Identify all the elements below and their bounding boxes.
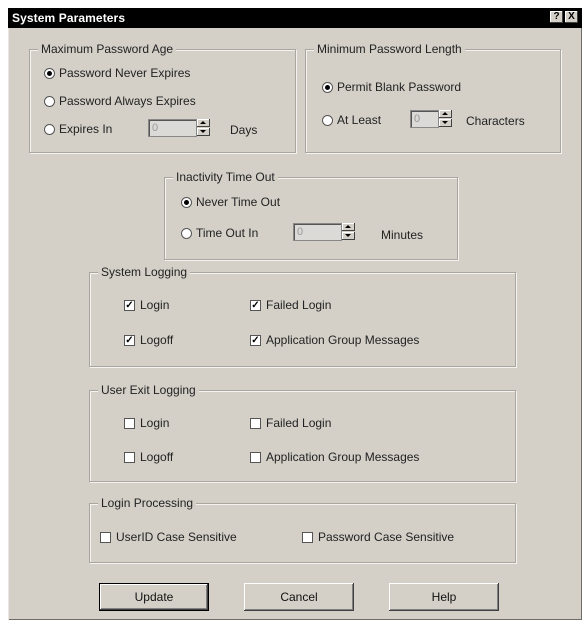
radio-label: Password Never Expires (59, 66, 191, 80)
checkbox-label: Failed Login (266, 416, 332, 430)
checkbox-label: Login (140, 298, 170, 312)
check-icon (124, 451, 135, 463)
spin-up-icon[interactable] (439, 110, 452, 118)
title-bar: System Parameters ? X (8, 8, 582, 28)
checkbox-user-exit-login[interactable]: Login (124, 416, 169, 430)
radio-time-out-in[interactable]: Time Out In (181, 226, 258, 240)
at-least-characters-spinner[interactable]: 0 (410, 110, 452, 128)
update-button[interactable]: Update (99, 583, 209, 611)
checkbox-system-login[interactable]: ✓ Login (124, 298, 169, 312)
checkbox-label: Login (140, 416, 170, 430)
checkbox-user-exit-application-group-messages[interactable]: Application Group Messages (250, 450, 419, 464)
spinner-buttons (342, 223, 355, 241)
dialog-title: System Parameters (12, 11, 126, 25)
minutes-label: Minutes (381, 228, 424, 242)
cancel-button[interactable]: Cancel (244, 583, 354, 611)
spin-up-icon[interactable] (197, 119, 210, 127)
check-icon (250, 417, 261, 429)
spin-down-icon[interactable] (342, 232, 355, 240)
spin-down-icon[interactable] (439, 119, 452, 127)
minutes-input[interactable]: 0 (293, 223, 342, 241)
checkbox-password-case-sensitive[interactable]: Password Case Sensitive (302, 530, 454, 544)
checkbox-label: UserID Case Sensitive (116, 530, 237, 544)
help-button[interactable]: Help (389, 583, 499, 611)
spinner-buttons (439, 110, 452, 128)
system-logging-legend: System Logging (98, 265, 191, 279)
spin-up-icon[interactable] (342, 223, 355, 231)
checkbox-label: Failed Login (266, 298, 332, 312)
user-exit-logging-group: User Exit Logging Login Failed Login Log… (89, 383, 516, 482)
characters-input[interactable]: 0 (410, 110, 439, 128)
checkbox-label: Application Group Messages (266, 333, 420, 347)
radio-label: Password Always Expires (59, 94, 196, 108)
check-icon (302, 531, 313, 543)
close-button[interactable]: X (565, 11, 578, 23)
radio-indicator (181, 196, 192, 208)
checkbox-label: Logoff (140, 333, 174, 347)
characters-label: Characters (466, 114, 525, 128)
radio-indicator (322, 81, 333, 93)
days-input[interactable]: 0 (148, 119, 197, 137)
check-icon (100, 531, 111, 543)
checkbox-label: Password Case Sensitive (318, 530, 455, 544)
user-exit-logging-legend: User Exit Logging (98, 383, 199, 397)
help-title-button[interactable]: ? (550, 11, 563, 23)
radio-indicator (44, 123, 55, 135)
checkbox-system-failed-login[interactable]: ✓ Failed Login (250, 298, 331, 312)
min-password-length-group: Minimum Password Length Permit Blank Pas… (305, 42, 561, 153)
checkbox-userid-case-sensitive[interactable]: UserID Case Sensitive (100, 530, 237, 544)
radio-password-never-expires[interactable]: Password Never Expires (44, 66, 190, 80)
radio-label: At Least (337, 113, 382, 127)
spin-down-icon[interactable] (197, 128, 210, 136)
check-icon: ✓ (250, 334, 261, 346)
checkbox-label: Logoff (140, 450, 174, 464)
radio-indicator (322, 114, 333, 126)
checkbox-system-application-group-messages[interactable]: ✓ Application Group Messages (250, 333, 419, 347)
spinner-buttons (197, 119, 210, 137)
checkbox-user-exit-logoff[interactable]: Logoff (124, 450, 173, 464)
check-icon: ✓ (124, 299, 135, 311)
radio-password-always-expires[interactable]: Password Always Expires (44, 94, 196, 108)
login-processing-legend: Login Processing (98, 496, 197, 510)
radio-label: Time Out In (196, 226, 259, 240)
login-processing-group: Login Processing UserID Case Sensitive P… (89, 496, 516, 563)
time-out-minutes-spinner[interactable]: 0 (293, 223, 355, 241)
radio-label: Expires In (59, 122, 113, 136)
checkbox-user-exit-failed-login[interactable]: Failed Login (250, 416, 331, 430)
expires-in-days-spinner[interactable]: 0 (148, 119, 210, 137)
check-icon (124, 417, 135, 429)
radio-permit-blank-password[interactable]: Permit Blank Password (322, 80, 461, 94)
max-password-age-legend: Maximum Password Age (38, 42, 177, 56)
checkbox-label: Application Group Messages (266, 450, 420, 464)
inactivity-timeout-legend: Inactivity Time Out (173, 170, 278, 184)
radio-at-least[interactable]: At Least (322, 113, 381, 127)
checkbox-system-logoff[interactable]: ✓ Logoff (124, 333, 173, 347)
days-label: Days (230, 123, 258, 137)
radio-indicator (44, 67, 55, 79)
check-icon: ✓ (124, 334, 135, 346)
radio-expires-in[interactable]: Expires In (44, 122, 112, 136)
system-parameters-dialog: System Parameters ? X Maximum Password A… (8, 8, 582, 620)
max-password-age-group: Maximum Password Age Password Never Expi… (29, 42, 296, 153)
inactivity-timeout-group: Inactivity Time Out Never Time Out Time … (164, 170, 458, 260)
radio-label: Permit Blank Password (337, 80, 462, 94)
radio-indicator (44, 95, 55, 107)
radio-indicator (181, 227, 192, 239)
radio-never-time-out[interactable]: Never Time Out (181, 195, 280, 209)
check-icon (250, 451, 261, 463)
min-password-length-legend: Minimum Password Length (314, 42, 465, 56)
system-logging-group: System Logging ✓ Login ✓ Failed Login ✓ … (89, 265, 516, 367)
check-icon: ✓ (250, 299, 261, 311)
radio-label: Never Time Out (196, 195, 281, 209)
